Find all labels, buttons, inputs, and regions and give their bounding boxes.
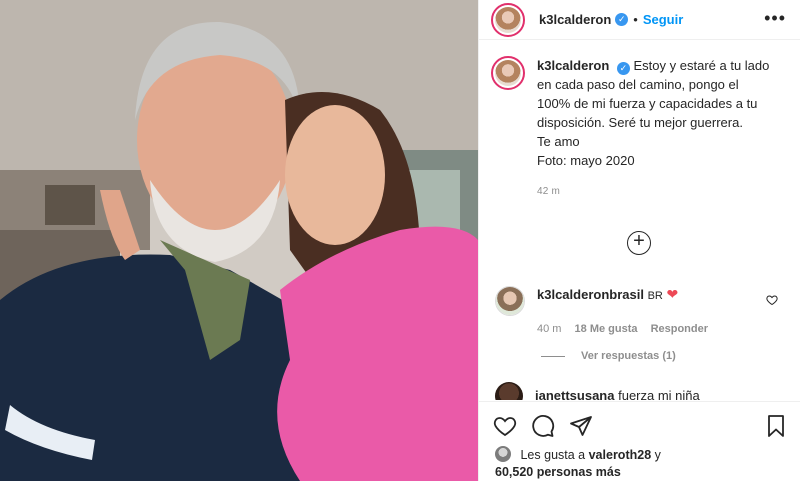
replies-divider (541, 355, 565, 357)
author-info: k3lcalderon ✓ • Seguir (539, 12, 683, 27)
post-header: k3lcalderon ✓ • Seguir ••• (479, 0, 800, 40)
caption-username[interactable]: k3lcalderon (537, 58, 609, 73)
share-icon[interactable] (569, 414, 593, 438)
verified-icon: ✓ (616, 62, 630, 75)
more-options-icon[interactable]: ••• (764, 9, 786, 27)
comment-icon[interactable] (531, 414, 555, 438)
liker-username[interactable]: valeroth28 (589, 448, 652, 462)
heart-emoji: ❤ (666, 286, 679, 302)
likes-count[interactable]: 60,520 personas más (495, 464, 661, 481)
comment-meta: 40 m 18 Me gusta Responder (537, 323, 718, 335)
comment-username[interactable]: janettsusana (535, 388, 614, 400)
caption-line-5: Te amo (537, 134, 580, 149)
caption-line-1: Estoy y estaré a tu lado (633, 58, 770, 73)
comment-avatar[interactable] (495, 382, 523, 400)
post-photo[interactable] (0, 0, 478, 481)
caption-avatar[interactable] (491, 56, 525, 90)
load-more-comments-icon[interactable]: + (627, 231, 651, 255)
action-icons (493, 414, 593, 438)
reply-button[interactable]: Responder (651, 323, 708, 335)
post-side-panel: k3lcalderon ✓ • Seguir ••• k3lcalderon ✓… (478, 0, 800, 482)
follow-button[interactable]: Seguir (643, 12, 683, 27)
author-avatar[interactable] (491, 2, 525, 37)
verified-icon: ✓ (615, 13, 629, 26)
view-replies-button[interactable]: Ver respuestas (1) (541, 350, 676, 362)
like-icon[interactable] (493, 414, 517, 438)
caption-block: k3lcalderon ✓ Estoy y estaré a tu lado e… (491, 56, 789, 201)
likes-summary: Les gusta a valeroth28 y 60,520 personas… (495, 446, 661, 481)
comment-likes[interactable]: 18 Me gusta (575, 323, 638, 335)
post-photo-image (0, 0, 478, 481)
comment-time: 40 m (537, 323, 562, 335)
caption-line-2: en cada paso del camino, pongo el (537, 77, 739, 92)
comment-body: janettsusana fuerza mi niña (535, 388, 700, 400)
comment-like-icon[interactable] (766, 294, 778, 306)
liker-avatar[interactable] (495, 446, 511, 462)
view-replies-label: Ver respuestas (1) (581, 350, 676, 362)
caption-line-3: 100% de mi fuerza y capacidades a tu (537, 96, 758, 111)
comment-text: BR (647, 290, 663, 302)
likes-and: y (654, 448, 661, 462)
caption-text: k3lcalderon ✓ Estoy y estaré a tu lado e… (537, 56, 787, 201)
comment-avatar[interactable] (495, 286, 525, 316)
caption-line-6: Foto: mayo 2020 (537, 153, 635, 168)
caption-line-4: disposición. Seré tu mejor guerrera. (537, 115, 743, 130)
comment-username[interactable]: k3lcalderonbrasil (537, 287, 644, 302)
caption-timestamp: 42 m (537, 186, 561, 197)
separator-dot: • (633, 12, 638, 27)
save-icon[interactable] (764, 414, 788, 438)
author-username[interactable]: k3lcalderon (539, 12, 611, 27)
comment-item: k3lcalderonbrasil BR ❤ 40 m 18 Me gusta … (495, 286, 785, 335)
post-actions: Les gusta a valeroth28 y 60,520 personas… (479, 401, 800, 482)
comment-text: fuerza mi niña (618, 388, 700, 400)
comment-item: janettsusana fuerza mi niña (495, 382, 785, 400)
likes-prefix: Les gusta a (520, 448, 586, 462)
comment-body: k3lcalderonbrasil BR ❤ 40 m 18 Me gusta … (537, 286, 718, 335)
